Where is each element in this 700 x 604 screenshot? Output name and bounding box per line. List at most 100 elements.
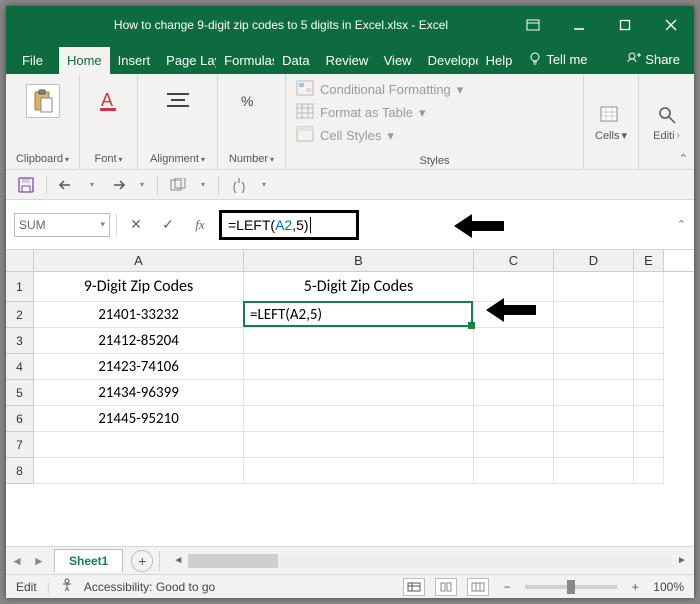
alignment-icon[interactable] xyxy=(161,84,195,118)
row-header[interactable]: 1 xyxy=(6,272,34,302)
cell-styles-button[interactable]: Cell Styles ▾ xyxy=(296,126,573,145)
cell[interactable] xyxy=(244,406,474,432)
font-icon[interactable]: A xyxy=(92,84,126,118)
save-button[interactable] xyxy=(16,175,36,195)
paste-icon[interactable] xyxy=(26,84,60,118)
cell[interactable] xyxy=(634,302,664,328)
cell[interactable] xyxy=(634,380,664,406)
zoom-slider-thumb[interactable] xyxy=(567,580,575,594)
tab-insert[interactable]: Insert xyxy=(110,47,159,74)
column-header-e[interactable]: E xyxy=(634,250,664,271)
qat-customize-dropdown[interactable]: ▾ xyxy=(259,175,269,195)
chevron-down-icon[interactable]: ▾ xyxy=(65,155,69,164)
cell[interactable] xyxy=(244,432,474,458)
qat-1-dropdown[interactable]: ▾ xyxy=(198,175,208,195)
cell[interactable] xyxy=(34,458,244,484)
redo-button[interactable] xyxy=(107,175,127,195)
cell[interactable] xyxy=(634,272,664,302)
expand-formula-bar-button[interactable]: ⌃ xyxy=(677,218,686,231)
cell[interactable] xyxy=(474,328,554,354)
cell[interactable] xyxy=(554,328,634,354)
cell[interactable] xyxy=(34,432,244,458)
collapse-ribbon-button[interactable]: ⌃ xyxy=(679,152,688,165)
undo-button[interactable] xyxy=(57,175,77,195)
ribbon-display-button[interactable] xyxy=(510,6,556,44)
horizontal-scrollbar[interactable]: ◄ ► xyxy=(166,553,694,569)
name-box[interactable]: SUM ▾ xyxy=(14,213,110,237)
enter-formula-button[interactable]: ✓ xyxy=(155,213,181,237)
column-header-c[interactable]: C xyxy=(474,250,554,271)
undo-dropdown[interactable]: ▾ xyxy=(87,175,97,195)
cell[interactable] xyxy=(634,458,664,484)
cell[interactable] xyxy=(634,432,664,458)
row-header[interactable]: 6 xyxy=(6,406,34,432)
scroll-track[interactable] xyxy=(188,554,672,568)
sheet-nav-prev[interactable]: ◄ xyxy=(6,554,28,568)
zoom-slider[interactable] xyxy=(525,585,617,589)
cell[interactable]: 5-Digit Zip Codes xyxy=(244,272,474,302)
spreadsheet-grid[interactable]: A B C D E 19-Digit Zip Codes5-Digit Zip … xyxy=(6,250,694,546)
maximize-button[interactable] xyxy=(602,6,648,44)
format-as-table-button[interactable]: Format as Table ▾ xyxy=(296,103,573,122)
row-header[interactable]: 5 xyxy=(6,380,34,406)
view-page-layout-button[interactable] xyxy=(435,578,457,596)
chevron-down-icon[interactable]: ▾ xyxy=(100,219,105,230)
cell[interactable] xyxy=(244,380,474,406)
cancel-formula-button[interactable]: ✕ xyxy=(123,213,149,237)
cell[interactable]: 9-Digit Zip Codes xyxy=(34,272,244,302)
cell[interactable] xyxy=(474,458,554,484)
row-header[interactable]: 7 xyxy=(6,432,34,458)
chevron-down-icon[interactable]: ▾ xyxy=(201,155,205,164)
chevron-down-icon[interactable]: ▾ xyxy=(119,155,123,164)
cell[interactable]: 21401-33232 xyxy=(34,302,244,328)
sheet-nav-next[interactable]: ► xyxy=(28,554,50,568)
select-all-corner[interactable] xyxy=(6,250,34,271)
close-button[interactable] xyxy=(648,6,694,44)
share-button[interactable]: Share xyxy=(619,45,694,74)
tab-developer[interactable]: Developer xyxy=(420,47,478,74)
column-header-d[interactable]: D xyxy=(554,250,634,271)
cell[interactable] xyxy=(634,354,664,380)
conditional-formatting-button[interactable]: Conditional Formatting ▾ xyxy=(296,80,573,99)
cell[interactable] xyxy=(474,354,554,380)
view-normal-button[interactable] xyxy=(403,578,425,596)
tell-me[interactable]: Tell me xyxy=(520,45,595,74)
redo-dropdown[interactable]: ▾ xyxy=(137,175,147,195)
cell[interactable] xyxy=(554,302,634,328)
cell[interactable]: =LEFT(A2,5) xyxy=(244,302,474,328)
tab-review[interactable]: Review xyxy=(318,47,376,74)
tab-data[interactable]: Data xyxy=(274,47,317,74)
column-header-a[interactable]: A xyxy=(34,250,244,271)
cell[interactable] xyxy=(554,406,634,432)
zoom-out-button[interactable]: − xyxy=(499,580,515,594)
cell[interactable] xyxy=(244,328,474,354)
tab-page-layout[interactable]: Page Layout xyxy=(158,47,216,74)
cell[interactable] xyxy=(474,432,554,458)
cell[interactable] xyxy=(554,354,634,380)
cell[interactable]: 21434-96399 xyxy=(34,380,244,406)
chevron-down-icon[interactable]: ▾ xyxy=(621,129,627,142)
editing-icon[interactable] xyxy=(655,102,679,126)
row-header[interactable]: 2 xyxy=(6,302,34,328)
cell[interactable] xyxy=(244,354,474,380)
scroll-thumb[interactable] xyxy=(188,554,278,568)
accessibility-status[interactable]: Accessibility: Good to go xyxy=(84,580,215,594)
tab-home[interactable]: Home xyxy=(59,47,110,74)
tab-view[interactable]: View xyxy=(376,47,420,74)
qat-button-1[interactable] xyxy=(168,175,188,195)
sheet-tab-active[interactable]: Sheet1 xyxy=(54,549,123,572)
row-header[interactable]: 3 xyxy=(6,328,34,354)
cells-icon[interactable] xyxy=(599,101,623,125)
cell[interactable] xyxy=(244,458,474,484)
scroll-left-button[interactable]: ◄ xyxy=(170,553,186,569)
new-sheet-button[interactable]: + xyxy=(131,550,153,572)
number-icon[interactable]: % xyxy=(235,84,269,118)
cell[interactable] xyxy=(474,380,554,406)
chevron-down-icon[interactable]: ▾ xyxy=(270,155,274,164)
tab-formulas[interactable]: Formulas xyxy=(216,47,274,74)
cell[interactable] xyxy=(634,406,664,432)
insert-function-button[interactable]: fx xyxy=(187,213,213,237)
tab-help[interactable]: Help xyxy=(478,47,521,74)
cell[interactable] xyxy=(554,458,634,484)
touch-mouse-button[interactable] xyxy=(229,175,249,195)
